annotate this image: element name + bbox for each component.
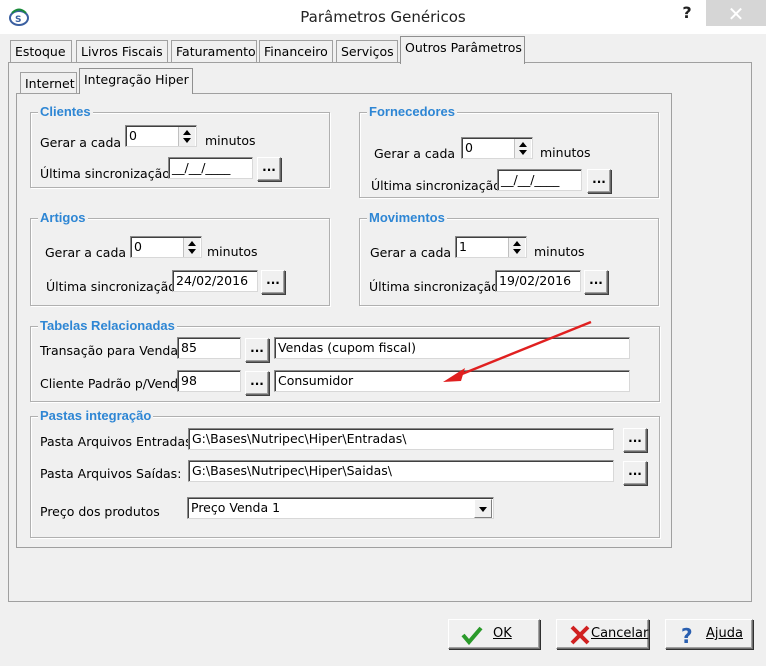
clientes-gerar-spinner[interactable]: 0	[125, 125, 197, 147]
spinner-arrows-icon[interactable]	[508, 238, 525, 257]
cliente-padrao-code-field[interactable]: 98	[177, 370, 241, 392]
cliente-padrao-label: Cliente Padrão p/Vendas	[40, 376, 193, 391]
tab-outros-parametros[interactable]: Outros Parâmetros	[400, 36, 525, 64]
movimentos-gerar-label: Gerar a cada	[370, 245, 452, 260]
movimentos-group: Movimentos Gerar a cada 1 minutos Última…	[359, 210, 659, 306]
cancel-button-label: Cancelar	[591, 626, 649, 641]
artigos-sync-browse-button[interactable]: ...	[261, 270, 285, 294]
close-x-icon	[570, 625, 590, 645]
clientes-minutos-label: minutos	[205, 133, 256, 148]
artigos-gerar-label: Gerar a cada	[45, 245, 127, 260]
pasta-saidas-label: Pasta Arquivos Saídas:	[40, 466, 182, 481]
cancel-button[interactable]: Cancelar	[556, 619, 649, 649]
integracao-hiper-panel: Clientes Gerar a cada 0 minutos Última s…	[16, 93, 672, 548]
chevron-down-icon[interactable]	[474, 499, 492, 518]
preco-produtos-label: Preço dos produtos	[40, 504, 160, 519]
tab-faturamento[interactable]: Faturamento	[171, 40, 257, 64]
clientes-sync-label: Última sincronização	[40, 166, 170, 181]
fornecedores-group: Fornecedores Gerar a cada 0 minutos Últi…	[359, 104, 659, 198]
movimentos-sync-label: Última sincronização	[369, 279, 499, 294]
clientes-group: Clientes Gerar a cada 0 minutos Última s…	[30, 104, 330, 188]
fornecedores-sync-date-field[interactable]: __/__/____	[497, 169, 582, 191]
pasta-saidas-browse-button[interactable]: ...	[623, 461, 647, 485]
preco-produtos-select[interactable]: Preço Venda 1	[187, 497, 494, 519]
clientes-title: Clientes	[38, 104, 93, 119]
pasta-saidas-field[interactable]: G:\Bases\Nutripec\Hiper\Saidas\	[188, 460, 614, 482]
check-icon	[461, 626, 483, 645]
ok-button[interactable]: OK	[448, 619, 540, 649]
transacao-browse-button[interactable]: ...	[245, 338, 269, 362]
movimentos-gerar-value: 1	[459, 239, 467, 254]
svg-text:?: ?	[681, 625, 693, 645]
fornecedores-title: Fornecedores	[367, 104, 457, 119]
title-help-button[interactable]: ?	[676, 3, 698, 25]
question-icon: ?	[681, 625, 693, 645]
window-title: Parâmetros Genéricos	[300, 8, 466, 26]
tab-estoque[interactable]: Estoque	[10, 40, 72, 64]
movimentos-title: Movimentos	[367, 210, 447, 225]
movimentos-minutos-label: minutos	[534, 244, 585, 259]
pasta-entradas-field[interactable]: G:\Bases\Nutripec\Hiper\Entradas\	[188, 428, 614, 450]
artigos-title: Artigos	[38, 210, 88, 225]
clientes-gerar-value: 0	[129, 128, 137, 143]
tab-financeiro[interactable]: Financeiro	[259, 40, 333, 64]
title-bar: S Parâmetros Genéricos ? ✕	[0, 0, 766, 34]
spinner-arrows-icon[interactable]	[183, 238, 200, 257]
movimentos-sync-date-field[interactable]: 19/02/2016	[495, 270, 581, 292]
close-icon: ✕	[727, 2, 745, 26]
movimentos-sync-browse-button[interactable]: ...	[584, 270, 608, 294]
fornecedores-sync-label: Última sincronização	[371, 178, 501, 193]
help-button-label: Ajuda	[706, 626, 743, 641]
fornecedores-gerar-spinner[interactable]: 0	[461, 137, 533, 159]
artigos-minutos-label: minutos	[207, 244, 258, 259]
fornecedores-gerar-label: Gerar a cada	[374, 146, 456, 161]
artigos-sync-label: Última sincronização	[46, 279, 176, 294]
movimentos-gerar-spinner[interactable]: 1	[455, 236, 527, 258]
artigos-gerar-value: 0	[134, 239, 142, 254]
tab-internet[interactable]: Internet	[20, 72, 77, 94]
annotation-arrow-icon	[443, 320, 592, 382]
help-button[interactable]: ? Ajuda	[665, 619, 753, 649]
pasta-entradas-browse-button[interactable]: ...	[623, 428, 647, 452]
tab-servicos[interactable]: Serviços	[336, 40, 398, 64]
tab-livros-fiscais[interactable]: Livros Fiscais	[76, 40, 168, 64]
pastas-integracao-group: Pastas integração Pasta Arquivos Entrada…	[30, 408, 660, 538]
artigos-group: Artigos Gerar a cada 0 minutos Última si…	[30, 210, 330, 306]
ok-button-label: OK	[493, 626, 512, 641]
close-button[interactable]: ✕	[706, 0, 766, 26]
tab-integracao-hiper[interactable]: Integração Hiper	[79, 68, 193, 94]
transacao-code-field[interactable]: 85	[177, 337, 241, 359]
fornecedores-minutos-label: minutos	[540, 145, 591, 160]
clientes-gerar-label: Gerar a cada	[40, 135, 122, 150]
artigos-gerar-spinner[interactable]: 0	[130, 236, 202, 258]
clientes-sync-browse-button[interactable]: ...	[257, 157, 281, 181]
fornecedores-sync-browse-button[interactable]: ...	[587, 169, 611, 193]
spinner-arrows-icon[interactable]	[178, 127, 195, 146]
clientes-sync-date-field[interactable]: __/__/____	[168, 157, 253, 179]
pasta-entradas-label: Pasta Arquivos Entradas:	[40, 434, 196, 449]
transacao-label: Transação para Vendas:	[40, 343, 189, 358]
parametros-dialog: S Parâmetros Genéricos ? ✕ Estoque Livro…	[0, 0, 766, 666]
spinner-arrows-icon[interactable]	[514, 139, 531, 158]
cliente-padrao-browse-button[interactable]: ...	[245, 371, 269, 395]
artigos-sync-date-field[interactable]: 24/02/2016	[172, 270, 258, 292]
tabelas-title: Tabelas Relacionadas	[38, 318, 177, 333]
fornecedores-gerar-value: 0	[465, 140, 473, 155]
pastas-title: Pastas integração	[38, 408, 154, 423]
